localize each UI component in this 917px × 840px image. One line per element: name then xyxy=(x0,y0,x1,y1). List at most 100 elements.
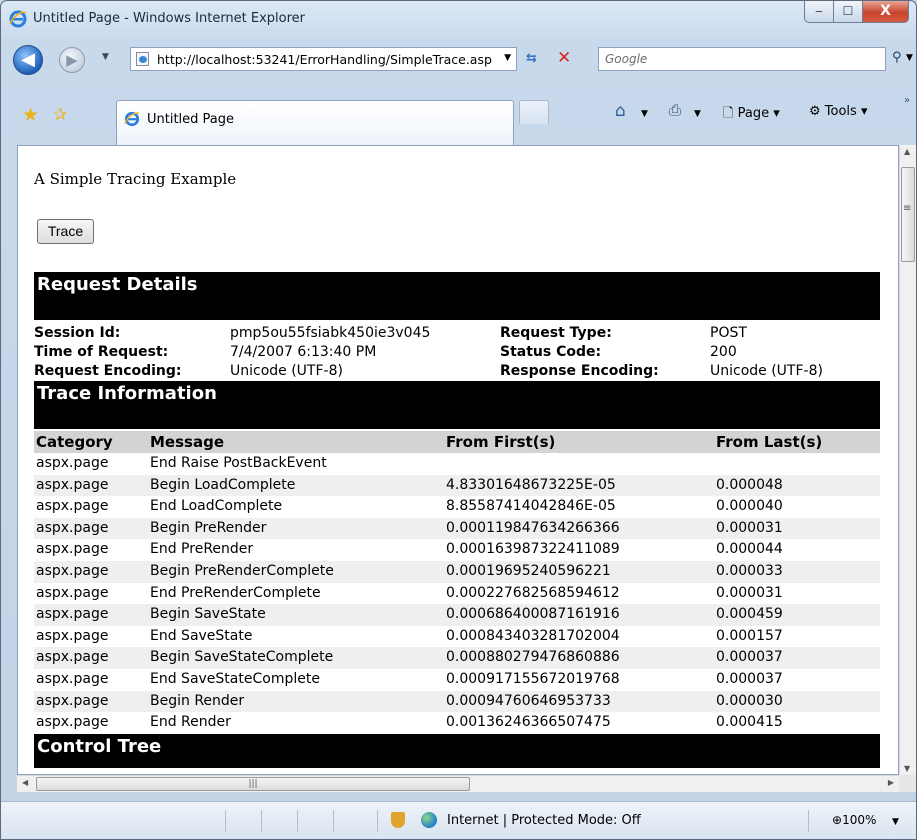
tab-bar: ★ ✰ Untitled Page ⌂ ▼ ⎙ ▼ 🗋 Page ▾ ⚙ Too… xyxy=(1,81,916,146)
trace-row: aspx.page Begin PreRenderComplete 0.000196… xyxy=(34,560,880,583)
trace-cell: aspx.page xyxy=(36,562,109,579)
request-detail-key: Request Type: xyxy=(500,325,612,341)
close-button[interactable]: X xyxy=(862,1,909,23)
request-detail-value: POST xyxy=(710,325,747,341)
page-icon xyxy=(136,52,149,66)
request-detail-key: Session Id: xyxy=(34,325,121,341)
request-detail-value: Unicode (UTF-8) xyxy=(230,363,343,379)
address-bar[interactable]: http://localhost:53241/ErrorHandling/Sim… xyxy=(130,47,517,71)
new-tab-button[interactable] xyxy=(519,100,549,124)
minimize-icon: ‒ xyxy=(815,4,823,18)
trace-cell: aspx.page xyxy=(36,498,109,515)
trace-cell xyxy=(444,453,714,475)
trace-cell: End Render xyxy=(150,714,231,731)
back-arrow-icon: ◀ xyxy=(21,49,35,70)
trace-row: aspx.page Begin PreRender 0.00011984763426… xyxy=(34,517,880,540)
more-commands-icon[interactable]: » xyxy=(904,95,910,106)
maximize-icon: ☐ xyxy=(842,4,854,18)
trace-cell: End SaveState xyxy=(150,627,253,644)
trace-cell: aspx.page xyxy=(36,606,109,623)
horizontal-scrollbar[interactable]: ◀ ||| ▶ xyxy=(17,775,899,792)
request-detail-key: Request Encoding: xyxy=(34,363,182,379)
trace-cell: 0.00094760646953733 xyxy=(446,692,611,709)
trace-table-body: aspx.page End Raise PostBackEvent aspx.pag… xyxy=(34,453,880,734)
back-button[interactable]: ◀ xyxy=(13,45,43,75)
protected-mode-icon[interactable] xyxy=(391,812,405,828)
trace-cell: 0.000031 xyxy=(716,519,783,536)
trace-row: aspx.page End PreRender 0.0001639873224110… xyxy=(34,539,880,561)
column-header: From Last(s) xyxy=(716,433,823,451)
page-content: A Simple Tracing Example Trace Request D… xyxy=(17,145,899,775)
search-icon[interactable]: ⚲ xyxy=(892,50,902,65)
request-detail-key: Time of Request: xyxy=(34,344,169,360)
search-input[interactable]: Google xyxy=(605,52,647,66)
history-dropdown-icon[interactable]: ▼ xyxy=(102,52,109,62)
status-bar: Internet | Protected Mode: Off ⊕100% ▼ xyxy=(1,801,916,839)
address-dropdown-icon[interactable]: ▼ xyxy=(504,53,511,63)
trace-row: aspx.page End Raise PostBackEvent xyxy=(34,453,880,475)
zoom-level[interactable]: ⊕100% xyxy=(832,813,876,827)
home-dropdown-icon[interactable]: ▼ xyxy=(641,109,648,119)
trace-cell: Begin SaveState xyxy=(150,606,266,623)
favorites-star-icon[interactable]: ★ xyxy=(22,104,39,126)
trace-cell: aspx.page xyxy=(36,519,109,536)
trace-cell: 0.000157 xyxy=(716,627,783,644)
print-icon[interactable]: ⎙ xyxy=(669,101,681,119)
trace-cell: aspx.page xyxy=(36,455,109,471)
minimize-button[interactable]: ‒ xyxy=(804,1,834,23)
trace-cell: 0.000119847634266366 xyxy=(446,519,620,536)
tab-untitled-page[interactable]: Untitled Page xyxy=(116,100,514,146)
print-dropdown-icon[interactable]: ▼ xyxy=(694,109,701,119)
trace-cell: 0.000880279476860886 xyxy=(446,649,620,666)
scroll-left-icon[interactable]: ◀ xyxy=(22,778,28,787)
trace-cell: 0.000415 xyxy=(716,714,783,731)
page-menu[interactable]: 🗋 Page ▾ xyxy=(723,104,780,126)
trace-cell: aspx.page xyxy=(36,692,109,709)
trace-row: aspx.page End SaveStateComplete 0.00091715… xyxy=(34,669,880,691)
tools-menu[interactable]: ⚙ Tools ▾ xyxy=(809,104,868,119)
zoom-dropdown-icon[interactable]: ▼ xyxy=(892,817,899,827)
trace-information-header: Trace Information xyxy=(34,381,880,429)
trace-cell: End PreRender xyxy=(150,541,254,558)
zoom-icon: ⊕ xyxy=(832,813,843,827)
trace-cell: 0.000037 xyxy=(716,670,783,687)
stop-icon[interactable]: ✕ xyxy=(557,48,571,68)
scroll-down-icon[interactable]: ▼ xyxy=(904,764,910,773)
search-box[interactable]: Google xyxy=(598,47,886,71)
trace-cell: End Raise PostBackEvent xyxy=(150,455,327,471)
refresh-icon[interactable]: ⇆ xyxy=(526,51,537,66)
home-icon[interactable]: ⌂ xyxy=(615,101,626,121)
trace-cell: 0.00019695240596221 xyxy=(446,562,611,579)
request-details-header: Request Details xyxy=(34,272,880,320)
request-detail-key: Response Encoding: xyxy=(500,363,659,379)
trace-cell: Begin SaveStateComplete xyxy=(150,649,334,666)
trace-cell: 4.83301648673225E-05 xyxy=(446,476,616,493)
trace-cell: aspx.page xyxy=(36,649,109,666)
page-heading: A Simple Tracing Example xyxy=(34,170,237,188)
title-bar: Untitled Page - Windows Internet Explore… xyxy=(1,1,916,39)
search-dropdown-icon[interactable]: ▼ xyxy=(906,53,913,63)
forward-button[interactable]: ▶ xyxy=(59,47,85,73)
trace-cell: 0.000459 xyxy=(716,606,783,623)
trace-cell: Begin PreRender xyxy=(150,519,267,536)
close-icon: X xyxy=(880,3,891,19)
request-detail-key: Status Code: xyxy=(500,344,602,360)
zoom-value: 100% xyxy=(842,813,877,827)
window-title: Untitled Page - Windows Internet Explore… xyxy=(33,11,306,26)
security-zone-text[interactable]: Internet | Protected Mode: Off xyxy=(447,813,641,828)
trace-cell: aspx.page xyxy=(36,584,109,601)
horizontal-scroll-thumb[interactable]: ||| xyxy=(36,777,470,791)
scroll-right-icon[interactable]: ▶ xyxy=(888,778,894,787)
trace-output: Request Details Session Id: pmp5ou55fsia… xyxy=(34,272,880,768)
add-favorites-icon[interactable]: ✰ xyxy=(53,105,67,125)
trace-cell: 0.000843403281702004 xyxy=(446,627,620,644)
vertical-scrollbar[interactable]: ▲ ▼ xyxy=(899,145,916,775)
trace-button[interactable]: Trace xyxy=(37,219,94,244)
maximize-button[interactable]: ☐ xyxy=(833,1,863,23)
vertical-scroll-thumb[interactable] xyxy=(901,167,915,262)
trace-cell: aspx.page xyxy=(36,627,109,644)
column-header: Message xyxy=(150,433,224,451)
address-input[interactable]: http://localhost:53241/ErrorHandling/Sim… xyxy=(157,52,492,67)
scroll-up-icon[interactable]: ▲ xyxy=(904,147,910,156)
trace-row: aspx.page End LoadComplete 8.8558741404284… xyxy=(34,496,880,518)
